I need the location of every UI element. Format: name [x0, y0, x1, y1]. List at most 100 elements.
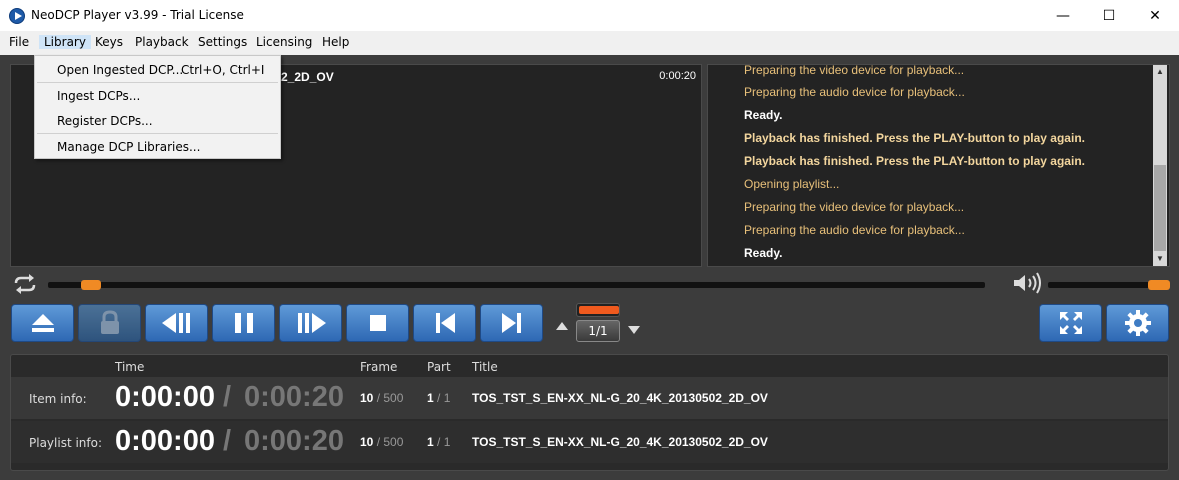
total-time: 0:00:20 — [244, 381, 344, 413]
log-line: Preparing the audio device for playback.… — [744, 223, 965, 237]
menu-separator — [37, 133, 278, 134]
minimize-button[interactable]: — — [1040, 0, 1086, 31]
menu-file[interactable]: File — [9, 35, 29, 49]
log-panel: Preparing the video device for playback.… — [707, 64, 1170, 267]
part-total: / 1 — [437, 435, 451, 449]
frame-total: / 500 — [376, 391, 404, 405]
app-logo-icon — [9, 8, 25, 24]
frame-total: / 500 — [376, 435, 404, 449]
playlist-counter-value: 1/1 — [576, 320, 620, 342]
menu-item-shortcut: Ctrl+O, Ctrl+I — [181, 63, 265, 77]
header-frame: Frame — [360, 360, 398, 374]
next-button[interactable] — [480, 304, 543, 342]
part-value: 1 / 1 — [427, 391, 450, 405]
log-line: Preparing the video device for playback.… — [744, 64, 965, 77]
menu-settings[interactable]: Settings — [198, 35, 247, 49]
speaker-icon[interactable] — [1012, 272, 1042, 294]
log-line: Preparing the audio device for playback.… — [744, 85, 965, 99]
playlist-title: TOS_TST_S_EN-XX_NL-G_20_4K_20130502_2D_O… — [472, 435, 768, 449]
step-forward-button[interactable] — [279, 304, 342, 342]
lock-button[interactable] — [78, 304, 141, 342]
log-scrollbar[interactable]: ▲ ▼ — [1153, 65, 1167, 266]
scroll-down-icon[interactable]: ▼ — [1153, 252, 1167, 266]
frame-current: 10 — [360, 391, 374, 405]
stop-button[interactable] — [346, 304, 409, 342]
counter-progress-fill — [579, 306, 619, 314]
total-time: 0:00:20 — [244, 425, 344, 457]
pause-button[interactable] — [212, 304, 275, 342]
row-label: Item info: — [29, 392, 87, 406]
volume-handle[interactable] — [1148, 280, 1170, 290]
scroll-up-icon[interactable]: ▲ — [1153, 65, 1167, 79]
loop-icon[interactable] — [12, 274, 38, 294]
video-duration: 0:00:20 — [659, 70, 696, 82]
settings-button[interactable] — [1106, 304, 1169, 342]
step-forward-icon — [297, 313, 326, 333]
fullscreen-icon — [1059, 312, 1082, 334]
menu-item-label: Manage DCP Libraries... — [57, 140, 201, 154]
title-bar: NeoDCP Player v3.99 - Trial License — ☐ … — [0, 0, 1179, 31]
close-button[interactable]: ✕ — [1132, 0, 1178, 31]
stop-icon — [369, 315, 386, 331]
playlist-counter: 1/1 — [574, 303, 622, 343]
library-menu: Open Ingested DCP... Ctrl+O, Ctrl+I Inge… — [34, 55, 281, 159]
playlist-info-row: Playlist info: 0:00:00 / 0:00:20 10 / 50… — [11, 421, 1168, 463]
time-separator: / — [223, 381, 232, 413]
info-panel: Time Frame Part Title Item info: 0:00:00… — [10, 354, 1169, 471]
menu-playback[interactable]: Playback — [135, 35, 189, 49]
log-line: Playback has finished. Press the PLAY-bu… — [744, 131, 1085, 145]
menu-bar: File Library Keys Playback Settings Lice… — [0, 31, 1179, 55]
scrollbar-thumb[interactable] — [1154, 165, 1166, 251]
log-line: Preparing the video device for playback.… — [744, 200, 965, 214]
playlist-down-icon[interactable] — [628, 326, 640, 334]
maximize-button[interactable]: ☐ — [1086, 0, 1132, 31]
skip-previous-icon — [435, 313, 455, 333]
step-back-button[interactable] — [145, 304, 208, 342]
part-value: 1 / 1 — [427, 435, 450, 449]
seek-handle[interactable] — [81, 280, 101, 290]
frame-value: 10 / 500 — [360, 435, 403, 449]
video-title: 2_2D_OV — [281, 70, 334, 84]
menu-library[interactable]: Library — [39, 35, 91, 49]
counter-progress — [576, 303, 620, 317]
current-time: 0:00:00 — [115, 425, 215, 457]
menu-item-label: Register DCPs... — [57, 114, 153, 128]
pause-icon — [234, 313, 253, 333]
header-part: Part — [427, 360, 451, 374]
step-back-icon — [161, 313, 190, 333]
log-line: Opening playlist... — [744, 177, 840, 191]
time-separator: / — [223, 425, 232, 457]
lock-icon — [100, 310, 119, 334]
menu-item-label: Ingest DCPs... — [57, 89, 141, 103]
part-total: / 1 — [437, 391, 451, 405]
part-current: 1 — [427, 435, 434, 449]
skip-next-icon — [501, 313, 521, 333]
menu-open-ingested-dcp[interactable]: Open Ingested DCP... Ctrl+O, Ctrl+I — [35, 58, 280, 82]
playlist-up-icon[interactable] — [556, 322, 568, 330]
previous-button[interactable] — [413, 304, 476, 342]
menu-help[interactable]: Help — [322, 35, 349, 49]
log-line: Ready. — [744, 246, 783, 260]
menu-separator — [37, 82, 278, 83]
menu-manage-dcp-libraries[interactable]: Manage DCP Libraries... — [35, 135, 280, 159]
menu-licensing[interactable]: Licensing — [256, 35, 312, 49]
header-title: Title — [472, 360, 498, 374]
current-time: 0:00:00 — [115, 381, 215, 413]
frame-value: 10 / 500 — [360, 391, 403, 405]
item-title: TOS_TST_S_EN-XX_NL-G_20_4K_20130502_2D_O… — [472, 391, 768, 405]
menu-keys[interactable]: Keys — [95, 35, 123, 49]
item-info-row: Item info: 0:00:00 / 0:00:20 10 / 500 1 … — [11, 377, 1168, 419]
log-line: Ready. — [744, 108, 783, 122]
part-current: 1 — [427, 391, 434, 405]
frame-current: 10 — [360, 435, 374, 449]
eject-icon — [31, 314, 54, 332]
eject-button[interactable] — [11, 304, 74, 342]
row-label: Playlist info: — [29, 436, 103, 450]
menu-ingest-dcps[interactable]: Ingest DCPs... — [35, 84, 280, 108]
menu-item-label: Open Ingested DCP... — [57, 63, 184, 77]
seek-bar[interactable] — [48, 282, 985, 288]
settings-icon — [1124, 310, 1151, 336]
menu-register-dcps[interactable]: Register DCPs... — [35, 109, 280, 133]
fullscreen-button[interactable] — [1039, 304, 1102, 342]
log-line: Playback has finished. Press the PLAY-bu… — [744, 154, 1085, 168]
